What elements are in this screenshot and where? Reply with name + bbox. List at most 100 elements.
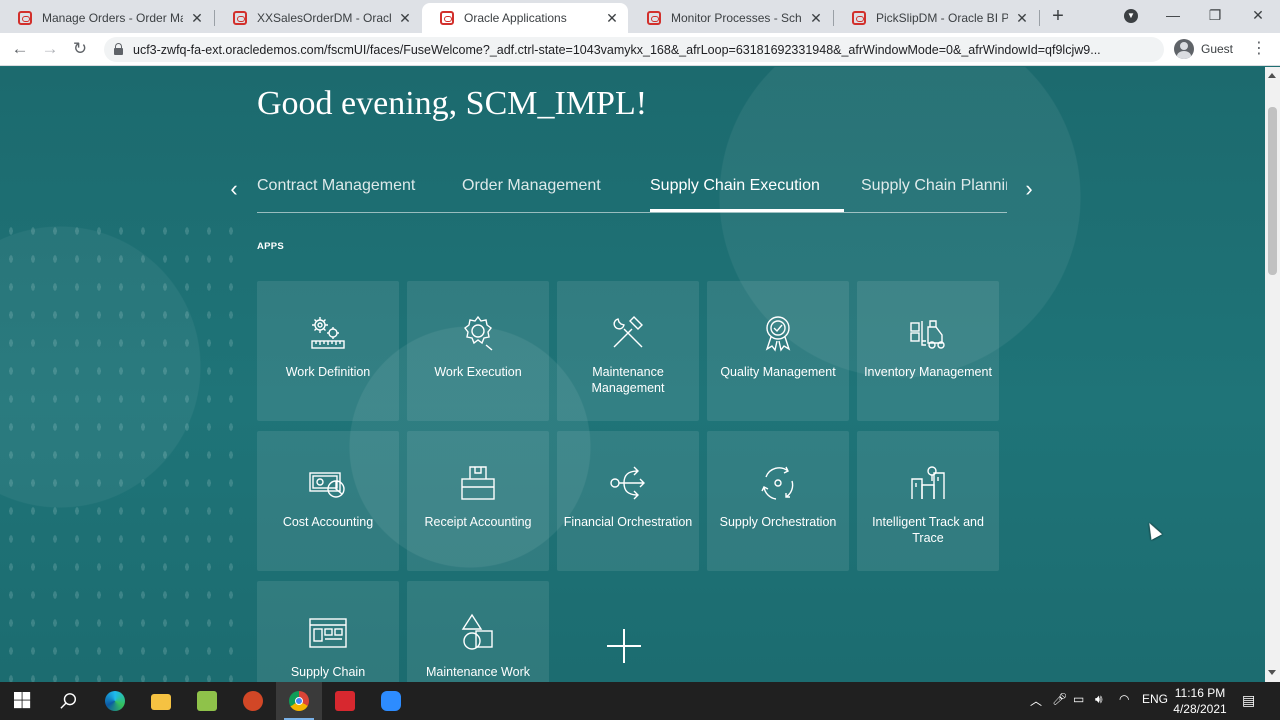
springboard-page: Good evening, SCM_IMPL! ‹ Contract Manag… bbox=[0, 67, 1265, 682]
windows-taskbar: ︿ 🎤︎ ▭ 🔊︎ ◠ ENG 11:16 PM 4/28/2021 ▤ bbox=[0, 682, 1280, 720]
chrome-icon[interactable] bbox=[276, 682, 322, 720]
app-tile-receipt-accounting[interactable]: Receipt Accounting bbox=[407, 431, 549, 571]
back-arrow-icon[interactable]: ← bbox=[8, 38, 32, 60]
more-menu-icon[interactable]: ⋮ bbox=[1250, 39, 1268, 59]
close-icon[interactable]: ✕ bbox=[189, 10, 205, 27]
track-trace-icon bbox=[911, 466, 945, 499]
powerpoint-icon[interactable] bbox=[230, 682, 276, 720]
category-supply-chain-planning[interactable]: Supply Chain Plannin bbox=[861, 177, 1007, 195]
money-pie-icon bbox=[309, 472, 345, 498]
browser-tab[interactable]: PickSlipDM - Oracle BI Publis ✕ bbox=[834, 3, 1038, 33]
app-tile-inventory-management[interactable]: Inventory Management bbox=[857, 281, 999, 421]
wrench-hammer-icon bbox=[613, 316, 643, 348]
scroll-down-icon[interactable] bbox=[1268, 670, 1276, 675]
window-close-icon[interactable]: ✕ bbox=[1243, 4, 1273, 26]
browser-tab-bar: Manage Orders - Order Mana ✕ XXSalesOrde… bbox=[0, 0, 1280, 33]
app-tile-label: Financial Orchestration bbox=[563, 515, 693, 529]
cycle-arrows-icon bbox=[761, 466, 794, 500]
battery-icon[interactable]: ▭ bbox=[1073, 692, 1084, 706]
app-tile-label: Receipt Accounting bbox=[424, 515, 532, 529]
profile-button[interactable]: Guest bbox=[1174, 39, 1233, 59]
forward-arrow-icon[interactable]: → bbox=[38, 38, 62, 60]
app-tile-maintenance-management[interactable]: Maintenance Management bbox=[557, 281, 699, 421]
browser-tab-active[interactable]: Oracle Applications ✕ bbox=[422, 3, 628, 33]
category-carousel: Contract Management Order Management Sup… bbox=[257, 167, 1007, 213]
file-explorer-icon[interactable] bbox=[138, 682, 184, 720]
app-tile-label: Work Definition bbox=[285, 365, 371, 379]
close-icon[interactable]: ✕ bbox=[397, 10, 413, 27]
new-tab-button[interactable]: + bbox=[1048, 5, 1068, 27]
category-order-management[interactable]: Order Management bbox=[462, 177, 601, 195]
oracle-favicon-icon bbox=[647, 11, 661, 25]
app-tile-work-definition[interactable]: Work Definition bbox=[257, 281, 399, 421]
scrollbar-thumb[interactable] bbox=[1268, 107, 1277, 275]
mouse-cursor-icon bbox=[1143, 520, 1163, 540]
notepad-icon[interactable] bbox=[184, 682, 230, 720]
oracle-favicon-icon bbox=[440, 11, 454, 25]
language-indicator[interactable]: ENG bbox=[1142, 692, 1168, 706]
volume-icon[interactable]: 🔊︎ bbox=[1095, 692, 1103, 707]
edge-icon[interactable] bbox=[92, 682, 138, 720]
add-app-icon[interactable] bbox=[607, 629, 641, 663]
app-tile-intelligent-track-and-trace[interactable]: Intelligent Track and Trace bbox=[857, 431, 999, 571]
notifications-icon[interactable]: ▤ bbox=[1242, 692, 1255, 709]
apps-grid: Work Definition Work Execution Maintenan… bbox=[257, 281, 1007, 682]
active-category-indicator bbox=[650, 209, 844, 212]
app-tile-supply-chain[interactable]: Supply Chain bbox=[257, 581, 399, 682]
app-tile-financial-orchestration[interactable]: Financial Orchestration bbox=[557, 431, 699, 571]
app-tile-label: Supply Chain bbox=[290, 665, 366, 679]
app-tile-quality-management[interactable]: Quality Management bbox=[707, 281, 849, 421]
profile-avatar-icon bbox=[1174, 39, 1194, 59]
scroll-up-icon[interactable] bbox=[1268, 73, 1276, 78]
gears-ruler-icon bbox=[311, 317, 345, 349]
lock-icon bbox=[114, 43, 123, 55]
app-tile-cost-accounting[interactable]: Cost Accounting bbox=[257, 431, 399, 571]
tray-overflow-icon[interactable]: ︿ bbox=[1030, 692, 1042, 709]
zoom-icon[interactable] bbox=[368, 682, 414, 720]
oracle-favicon-icon bbox=[18, 11, 32, 25]
browser-tab[interactable]: Manage Orders - Order Mana ✕ bbox=[0, 3, 213, 33]
carousel-prev-icon[interactable]: ‹ bbox=[226, 177, 242, 201]
flow-arrows-icon bbox=[610, 466, 645, 500]
url-text: ucf3-zwfq-fa-ext.oracledemos.com/fscmUI/… bbox=[133, 42, 1101, 57]
system-clock[interactable]: 11:16 PM 4/28/2021 bbox=[1168, 685, 1232, 717]
app-tile-maintenance-work[interactable]: Maintenance Work bbox=[407, 581, 549, 682]
oracle-favicon-icon bbox=[233, 11, 247, 25]
tab-title: PickSlipDM - Oracle BI Publis bbox=[876, 11, 1008, 25]
oracle-favicon-icon bbox=[852, 11, 866, 25]
reload-icon[interactable]: ↻ bbox=[68, 38, 92, 60]
browser-toolbar: ← → ↻ ucf3-zwfq-fa-ext.oracledemos.com/f… bbox=[0, 33, 1280, 66]
package-icon bbox=[461, 466, 495, 500]
search-icon[interactable] bbox=[46, 682, 92, 720]
close-icon[interactable]: ✕ bbox=[808, 10, 824, 27]
close-icon[interactable]: ✕ bbox=[604, 10, 620, 27]
acrobat-icon[interactable] bbox=[322, 682, 368, 720]
browser-tab[interactable]: XXSalesOrderDM - Oracle BI ✕ bbox=[215, 3, 421, 33]
minimize-icon[interactable]: — bbox=[1158, 4, 1188, 26]
clock-time: 11:16 PM bbox=[1174, 686, 1226, 700]
profile-label: Guest bbox=[1201, 42, 1234, 56]
category-contract-management[interactable]: Contract Management bbox=[257, 177, 415, 195]
apps-section-label: APPS bbox=[257, 241, 285, 252]
category-supply-chain-execution[interactable]: Supply Chain Execution bbox=[650, 177, 820, 195]
app-tile-label: Maintenance Work bbox=[426, 665, 530, 679]
restore-icon[interactable]: ❐ bbox=[1200, 4, 1230, 26]
wifi-icon[interactable]: ◠ bbox=[1119, 692, 1129, 706]
app-tile-supply-orchestration[interactable]: Supply Orchestration bbox=[707, 431, 849, 571]
shapes-icon bbox=[461, 613, 493, 650]
browser-tab[interactable]: Monitor Processes - Schedu ✕ bbox=[629, 3, 832, 33]
app-tile-label: Supply Orchestration bbox=[719, 515, 837, 529]
tab-search-icon[interactable]: ▼ bbox=[1124, 9, 1138, 23]
dashboard-panel-icon bbox=[309, 618, 347, 648]
page-scrollbar[interactable] bbox=[1265, 67, 1280, 682]
page-greeting: Good evening, SCM_IMPL! bbox=[257, 85, 648, 122]
carousel-next-icon[interactable]: › bbox=[1021, 177, 1037, 201]
close-icon[interactable]: ✕ bbox=[1014, 10, 1030, 27]
tab-title: Manage Orders - Order Mana bbox=[42, 11, 183, 25]
windows-start-icon[interactable] bbox=[0, 682, 46, 720]
app-tile-label: Maintenance Management bbox=[591, 365, 665, 395]
microphone-icon[interactable]: 🎤︎ bbox=[1052, 692, 1067, 706]
address-bar[interactable]: ucf3-zwfq-fa-ext.oracledemos.com/fscmUI/… bbox=[104, 37, 1164, 62]
tab-separator bbox=[1039, 10, 1040, 26]
app-tile-work-execution[interactable]: Work Execution bbox=[407, 281, 549, 421]
